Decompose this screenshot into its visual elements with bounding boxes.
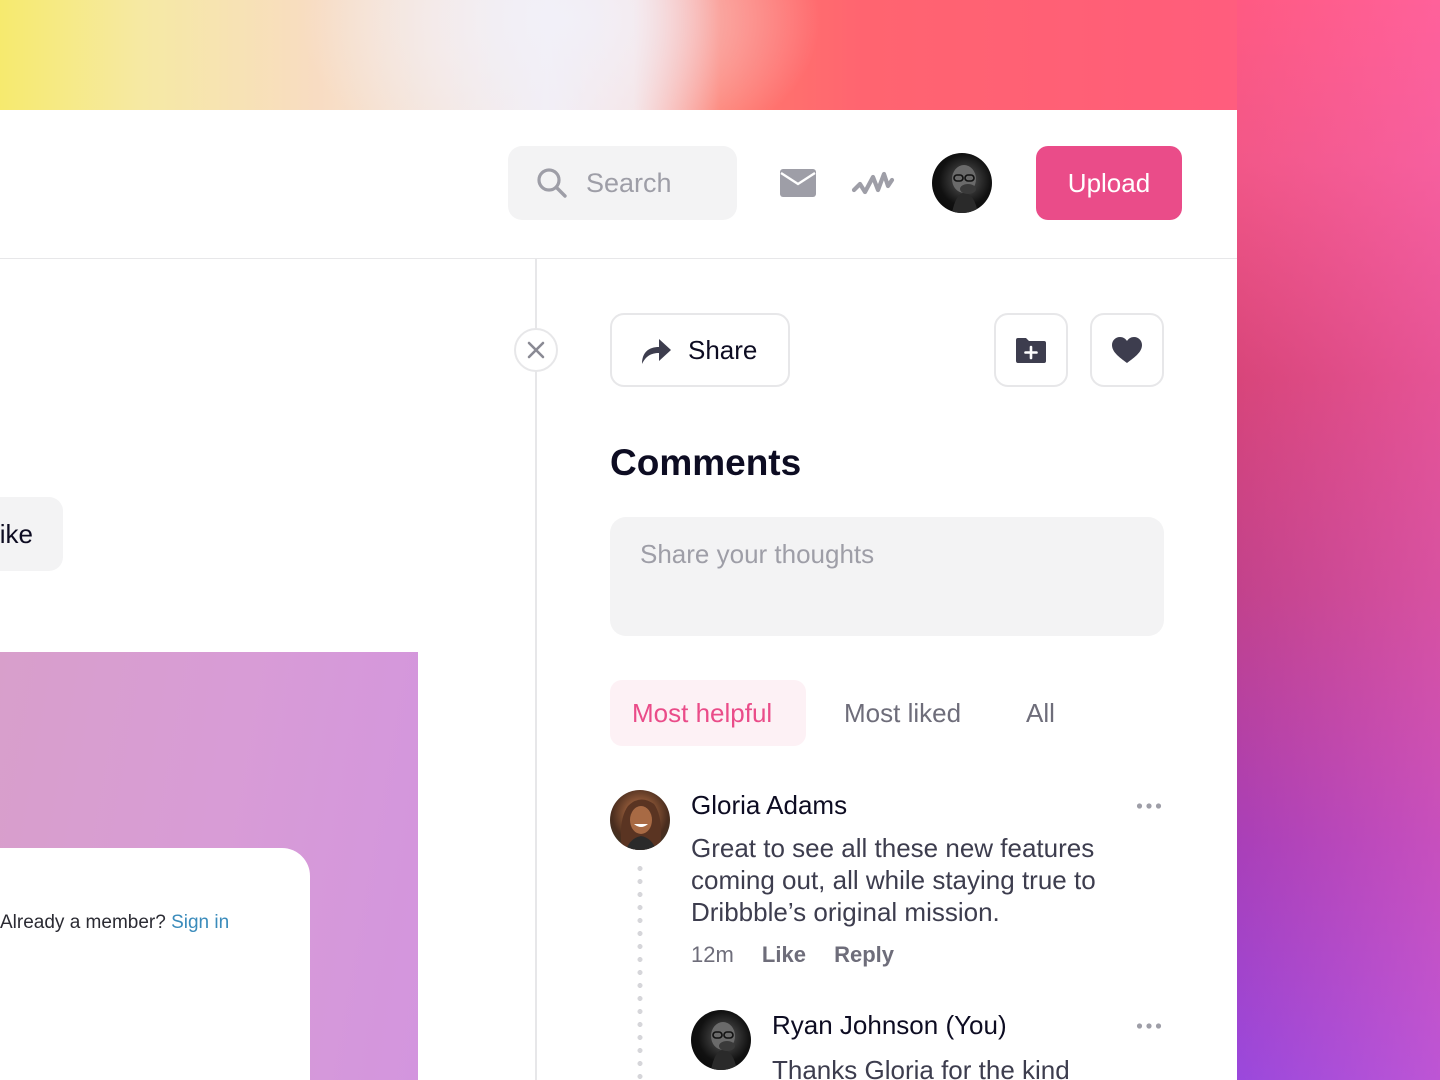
search-icon: [537, 168, 567, 198]
like-shot-button[interactable]: ike: [0, 497, 63, 571]
comment-sort-tabs: Most helpful Most liked All: [610, 680, 1170, 746]
heart-icon: [1112, 337, 1142, 363]
share-button[interactable]: Share: [610, 313, 790, 387]
share-arrow-icon: [642, 339, 671, 364]
close-icon: [527, 341, 545, 359]
comments-heading: Comments: [610, 442, 802, 483]
comment-time: 12m: [691, 942, 734, 967]
more-options-icon[interactable]: [1136, 1022, 1162, 1030]
background-gradient-top: [0, 0, 1440, 110]
upload-button[interactable]: Upload: [1036, 146, 1182, 220]
tab-most-liked[interactable]: Most liked: [844, 680, 961, 746]
thread-connector: [637, 862, 643, 1080]
more-options-icon[interactable]: [1136, 802, 1162, 810]
like-shot-label: ike: [0, 518, 33, 549]
avatar-portrait: [952, 165, 978, 213]
comment-meta: 12m Like Reply: [691, 942, 894, 968]
member-prompt: Already a member? Sign in: [0, 912, 229, 934]
activity-icon[interactable]: [851, 168, 895, 198]
tab-all[interactable]: All: [1026, 680, 1055, 746]
comment-author[interactable]: Ryan Johnson (You): [772, 1010, 1007, 1041]
panel-divider: [535, 259, 537, 1080]
top-header: Search Upload: [0, 110, 1237, 259]
comment-author[interactable]: Gloria Adams: [691, 790, 847, 821]
search-field[interactable]: Search: [508, 146, 737, 220]
signup-card: Already a member? Sign in: [0, 848, 310, 1080]
comment-text: Great to see all these new features comi…: [691, 833, 1096, 927]
collect-button[interactable]: [994, 313, 1068, 387]
sign-in-link[interactable]: Sign in: [171, 912, 229, 933]
comment-like-button[interactable]: Like: [762, 942, 806, 967]
user-avatar[interactable]: [932, 153, 992, 213]
avatar-portrait: [711, 1022, 737, 1070]
comment-text: Thanks Gloria for the kind: [772, 1055, 1070, 1080]
avatar-portrait: [620, 799, 662, 850]
mail-icon[interactable]: [780, 168, 816, 198]
comment-input[interactable]: [610, 517, 1164, 636]
commenter-avatar[interactable]: [691, 1010, 751, 1070]
background-gradient-right: [1237, 0, 1440, 1080]
comment-reply-button[interactable]: Reply: [834, 942, 894, 967]
member-prompt-text: Already a member?: [0, 912, 166, 933]
like-button[interactable]: [1090, 313, 1164, 387]
folder-plus-icon: [1016, 338, 1046, 363]
share-label: Share: [688, 334, 758, 365]
close-panel-button[interactable]: [514, 328, 558, 372]
tab-most-helpful[interactable]: Most helpful: [610, 680, 806, 746]
app-window: Search Upload ike Already a member? Sign…: [0, 110, 1237, 1080]
search-placeholder: Search: [586, 167, 672, 198]
commenter-avatar[interactable]: [610, 790, 670, 850]
